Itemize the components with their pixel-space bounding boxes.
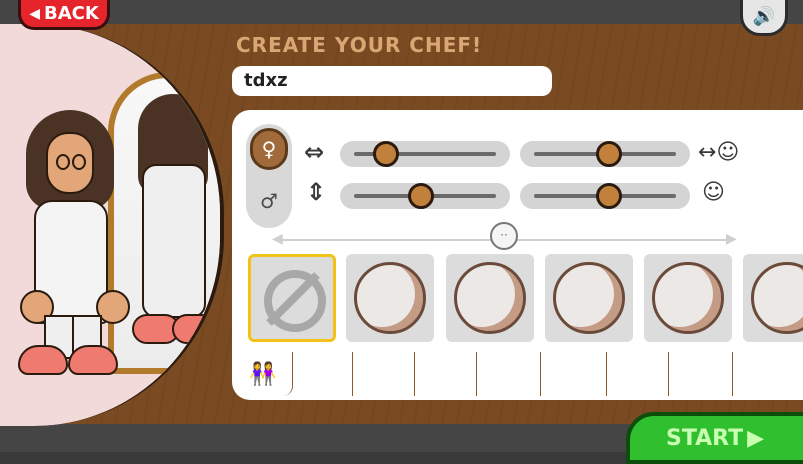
category-tabbar: 👭 ☻ ☻ ▼ ◡ 00 ōσ ⌐■■ — [232, 352, 803, 400]
feature-size-slider[interactable] — [520, 183, 690, 209]
chef-reflection — [132, 84, 220, 344]
male-icon: ♂ — [260, 189, 278, 213]
speaker-icon: 🔊 — [752, 6, 776, 27]
body-width-slider[interactable] — [340, 141, 510, 167]
triangle-right-icon: ▶ — [747, 425, 765, 451]
back-button[interactable]: ◀ BACK — [18, 0, 110, 30]
tone-face-icon: ·· — [490, 222, 518, 250]
plate-icon — [454, 262, 526, 334]
body-height-slider[interactable] — [340, 183, 510, 209]
eyebrows-tab[interactable]: ōσ — [610, 352, 669, 396]
plate-icon — [652, 262, 724, 334]
glasses-icon: ⌐■■ — [673, 361, 734, 387]
plate-icon — [553, 262, 625, 334]
long-hair-icon: ☻ — [373, 361, 397, 387]
start-label: START — [666, 425, 744, 451]
smile-icon: ◡ — [501, 361, 521, 387]
plate-icon — [751, 262, 803, 334]
page-title: CREATE YOUR CHEF! — [236, 33, 483, 57]
horizontal-arrows-icon: ⇔ — [304, 138, 325, 166]
face-circle-icon: ☺ — [702, 180, 725, 205]
glasses-tab[interactable]: ⌐■■ — [673, 352, 734, 396]
hair-front-tab[interactable]: ☻ — [294, 352, 353, 396]
swatch-plate[interactable] — [446, 254, 534, 342]
body-tab[interactable]: 👭 — [234, 352, 293, 396]
sound-button[interactable]: 🔊 — [740, 0, 788, 36]
slider-handle[interactable] — [373, 141, 399, 167]
triangle-left-icon: ◀ — [29, 5, 40, 22]
swatch-plate[interactable] — [743, 254, 803, 342]
paint-bucket-icon: ▼ — [438, 361, 456, 387]
chef-shoe — [68, 345, 118, 375]
short-hair-icon: ☻ — [311, 361, 335, 387]
chef-preview — [10, 110, 140, 380]
scroll-right-icon[interactable]: ▶ — [726, 231, 737, 247]
swatch-none[interactable] — [248, 254, 336, 342]
chef-face — [46, 132, 94, 194]
back-label: BACK — [43, 3, 99, 24]
chef-name-input[interactable]: tdxz — [232, 66, 552, 96]
gender-male-button[interactable]: ♂ — [250, 180, 288, 222]
eyes-tab[interactable]: 00 — [548, 352, 607, 396]
two-people-icon: 👭 — [249, 361, 277, 387]
mouth-tab[interactable]: ◡ — [482, 352, 541, 396]
chef-shoe — [18, 345, 68, 375]
slider-handle[interactable] — [596, 183, 622, 209]
start-button[interactable]: START ▶ — [626, 412, 803, 464]
swatch-plate[interactable] — [545, 254, 633, 342]
swatch-plate[interactable] — [346, 254, 434, 342]
eyebrow-icon: ōσ — [625, 361, 653, 387]
female-icon: ♀ — [261, 137, 277, 161]
slider-handle[interactable] — [408, 183, 434, 209]
color-tab[interactable]: ▼ — [418, 352, 477, 396]
vertical-arrows-icon: ⇕ — [306, 178, 327, 206]
slider-handle[interactable] — [596, 141, 622, 167]
scroll-left-icon[interactable]: ◀ — [272, 231, 283, 247]
gender-female-button[interactable]: ♀ — [250, 128, 288, 170]
face-horizontal-arrows-icon: ↔☺ — [698, 140, 740, 165]
eyes-icon: 00 — [563, 361, 591, 387]
hair-back-tab[interactable]: ☻ — [356, 352, 415, 396]
plate-icon — [354, 262, 426, 334]
swatch-plate[interactable] — [644, 254, 732, 342]
feature-spacing-slider[interactable] — [520, 141, 690, 167]
